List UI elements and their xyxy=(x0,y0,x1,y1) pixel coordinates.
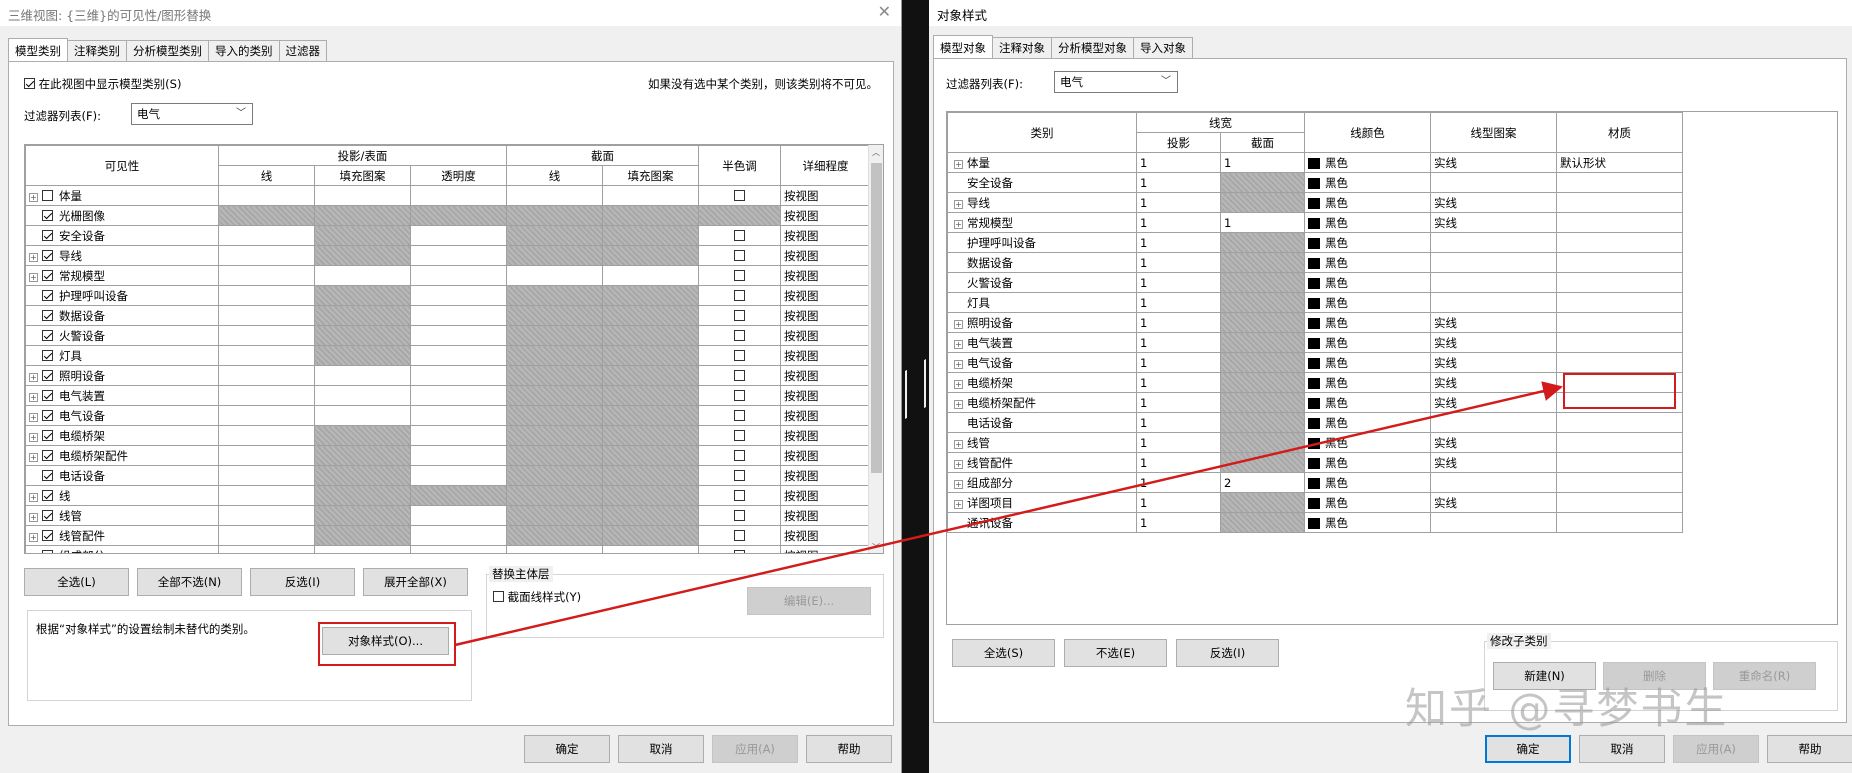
watermark: 知乎 @寻梦书生 xyxy=(1405,684,1729,733)
arrow-line xyxy=(454,381,1563,647)
annotation-arrow xyxy=(454,381,1563,647)
